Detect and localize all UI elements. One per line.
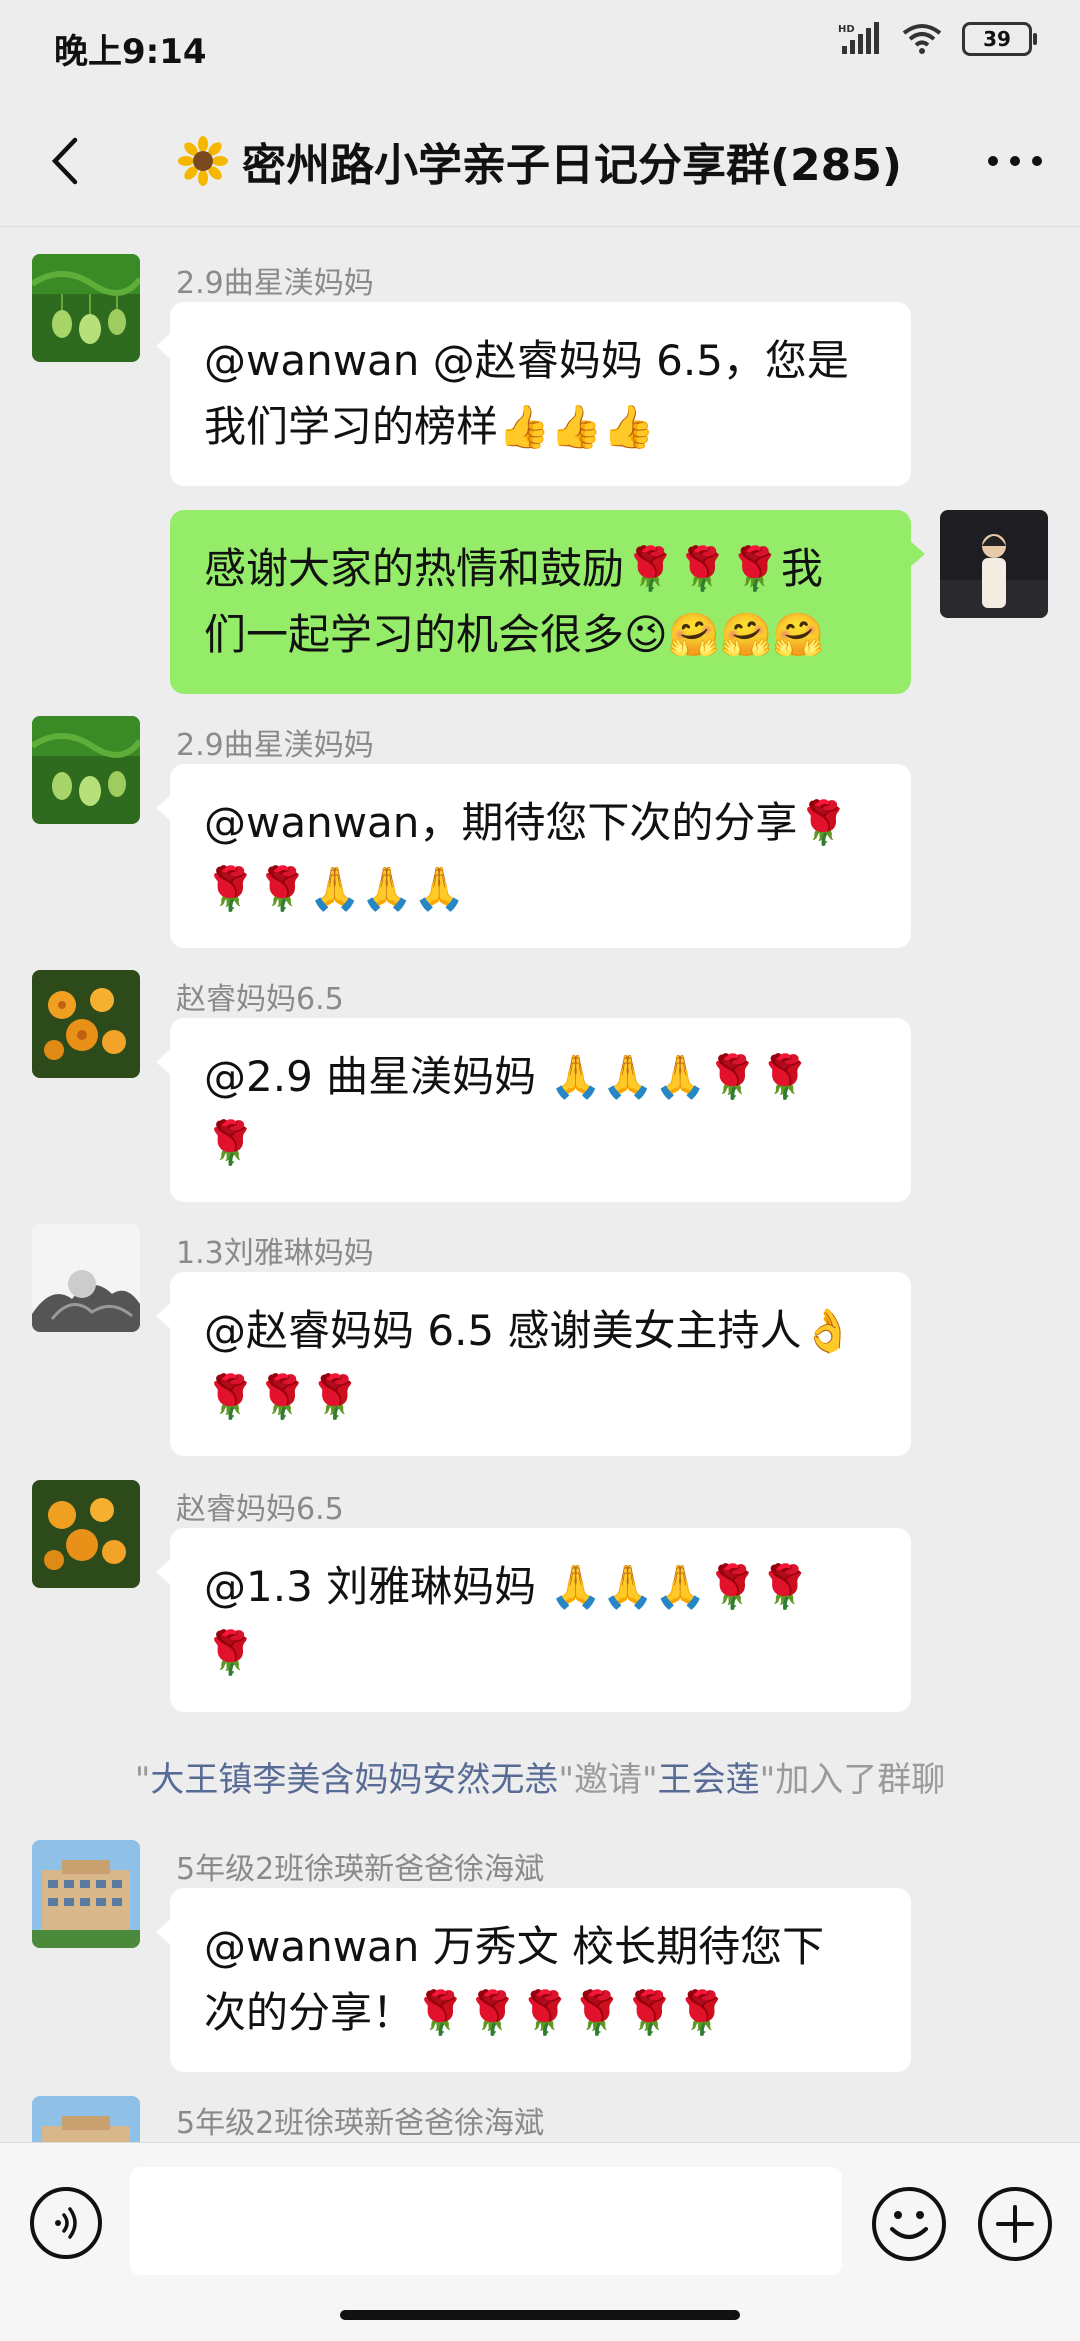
message-bubble[interactable]: @1.3 刘雅琳妈妈 🙏🙏🙏🌹🌹 🌹	[156, 1528, 911, 1712]
voice-button[interactable]	[30, 2187, 102, 2259]
plus-icon	[996, 2205, 1034, 2243]
sender-name: 2.9曲星渼妈妈	[176, 266, 374, 301]
status-icons: HD 39	[838, 22, 1037, 56]
inviter-name-link[interactable]: 大王镇李美含妈妈安然无恙	[150, 1760, 558, 1800]
avatar[interactable]	[32, 1224, 140, 1332]
avatar-image-person	[940, 510, 1048, 618]
message-line: @wanwan，期待您下次的分享🌹	[204, 798, 850, 847]
sender-name: 赵睿妈妈6.5	[176, 982, 344, 1017]
message-input[interactable]	[130, 2167, 842, 2275]
message-line: 感谢大家的热情和鼓励🌹🌹🌹我	[204, 544, 823, 593]
message-bubble[interactable]: @2.9 曲星渼妈妈 🙏🙏🙏🌹🌹 🌹	[156, 1018, 911, 1202]
message-bubble-self[interactable]: 感谢大家的热情和鼓励🌹🌹🌹我 们一起学习的机会很多😉🤗🤗🤗	[170, 510, 925, 694]
quote: "	[134, 1760, 151, 1800]
message-bubble[interactable]: @wanwan @赵睿妈妈 6.5，您是 我们学习的榜样👍👍👍	[156, 302, 911, 486]
message-line: 次的分享！🌹🌹🌹🌹🌹🌹	[204, 1988, 728, 2037]
chat-title-text: 密州路小学亲子日记分享群(285)	[241, 140, 903, 191]
wifi-icon	[902, 24, 942, 54]
message-line: 🌹🌹🙏🙏🙏	[204, 864, 466, 913]
home-indicator[interactable]	[340, 2310, 740, 2320]
sunflower-emoji	[177, 136, 228, 186]
sender-name: 5年级2班徐瑛新爸爸徐海斌	[176, 2106, 545, 2141]
message-line: @wanwan 万秀文 校长期待您下	[204, 1922, 825, 1971]
message-bubble[interactable]: @wanwan，期待您下次的分享🌹 🌹🌹🙏🙏🙏	[156, 764, 911, 948]
svg-text:HD: HD	[838, 24, 855, 35]
chat-title[interactable]: 密州路小学亲子日记分享群(285)	[160, 128, 920, 194]
message-line: @赵睿妈妈 6.5 感谢美女主持人👌	[204, 1306, 854, 1355]
invitee-name-link[interactable]: 王会莲	[658, 1760, 760, 1800]
chat-header: 密州路小学亲子日记分享群(285)	[0, 96, 1080, 226]
avatar[interactable]	[32, 716, 140, 824]
avatar[interactable]	[32, 2096, 140, 2142]
message-bubble[interactable]: @赵睿妈妈 6.5 感谢美女主持人👌 🌹🌹🌹	[156, 1272, 911, 1456]
sender-name: 2.9曲星渼妈妈	[176, 728, 374, 763]
message-line: 我们学习的榜样👍👍👍	[204, 402, 655, 451]
sender-name: 5年级2班徐瑛新爸爸徐海斌	[176, 1852, 545, 1887]
more-icon	[988, 156, 1042, 166]
message-line: 🌹	[204, 1628, 257, 1677]
signal-icon: HD	[838, 22, 879, 54]
avatar[interactable]	[32, 970, 140, 1078]
message-line: @2.9 曲星渼妈妈 🙏🙏🙏🌹🌹	[204, 1052, 811, 1101]
message-line: 🌹	[204, 1118, 257, 1167]
avatar-image-green-pods	[32, 254, 140, 362]
sender-name: 赵睿妈妈6.5	[176, 1492, 344, 1527]
chevron-left-icon	[51, 137, 78, 185]
self-avatar[interactable]	[940, 510, 1048, 618]
avatar-image-green-pods	[32, 716, 140, 824]
avatar[interactable]	[32, 1480, 140, 1588]
avatar-image-orange-flowers	[32, 970, 140, 1078]
battery-level: 39	[983, 27, 1011, 51]
avatar[interactable]	[32, 254, 140, 362]
avatar-image-orange-flowers	[32, 1480, 140, 1588]
message-line: @1.3 刘雅琳妈妈 🙏🙏🙏🌹🌹	[204, 1562, 811, 1611]
header-divider	[0, 226, 1080, 227]
voice-icon	[55, 2207, 77, 2239]
system-notice: "大王镇李美含妈妈安然无恙"邀请"王会莲"加入了群聊	[0, 1752, 1080, 1801]
joined-text: "加入了群聊	[759, 1760, 946, 1800]
message-line: 们一起学习的机会很多😉🤗🤗🤗	[204, 610, 825, 659]
more-button[interactable]	[980, 126, 1050, 196]
message-bubble[interactable]: @wanwan 万秀文 校长期待您下 次的分享！🌹🌹🌹🌹🌹🌹	[156, 1888, 911, 2072]
avatar-image-school-building	[32, 2096, 140, 2142]
status-time: 晚上9:14	[54, 32, 207, 72]
back-button[interactable]	[30, 126, 100, 196]
status-bar: 晚上9:14 HD 39	[0, 0, 1080, 90]
battery-indicator: 39	[962, 22, 1037, 56]
emoji-button[interactable]	[872, 2187, 946, 2261]
plus-button[interactable]	[978, 2187, 1052, 2261]
avatar-image-ink-painting	[32, 1224, 140, 1332]
avatar-image-school-building	[32, 1840, 140, 1948]
avatar[interactable]	[32, 1840, 140, 1948]
message-line: @wanwan @赵睿妈妈 6.5，您是	[204, 336, 849, 385]
message-line: 🌹🌹🌹	[204, 1372, 361, 1421]
invite-text: "邀请"	[558, 1760, 658, 1800]
emoji-icon	[890, 2211, 928, 2239]
sender-name: 1.3刘雅琳妈妈	[176, 1236, 374, 1271]
